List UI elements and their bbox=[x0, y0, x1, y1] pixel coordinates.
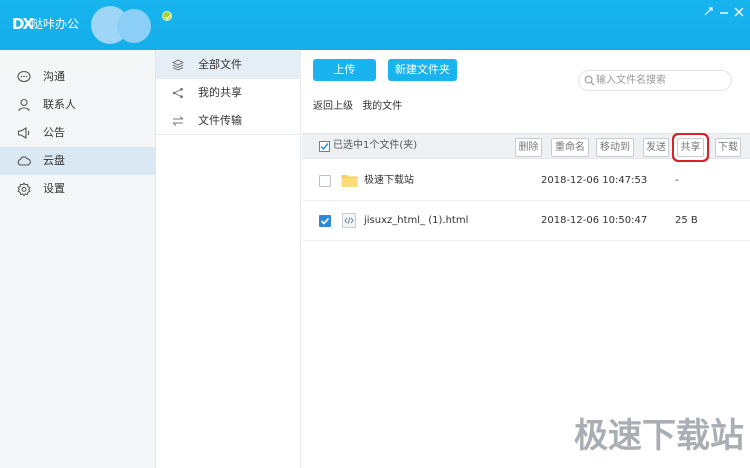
person-icon bbox=[17, 98, 31, 112]
file-toolbar: 已选中1个文件(夹) 删除 重命名 移动到 发送 共享 下载 bbox=[302, 133, 750, 159]
table-row[interactable]: 极速下载站 2018-12-06 10:47:53 - bbox=[302, 161, 750, 201]
close-icon[interactable] bbox=[733, 7, 745, 17]
sidebar-item-label: 设置 bbox=[43, 182, 65, 195]
watermark: 极速下载站 bbox=[574, 416, 744, 456]
select-all-checkbox[interactable] bbox=[319, 141, 330, 152]
search-box[interactable] bbox=[578, 70, 732, 91]
sidebar-item-label: 联系人 bbox=[43, 98, 76, 111]
sidebar-item-contacts[interactable]: 联系人 bbox=[0, 91, 155, 119]
transfer-icon bbox=[172, 115, 184, 127]
divider bbox=[156, 134, 301, 135]
cloud-subnav: 全部文件 我的共享 文件传输 bbox=[156, 50, 301, 468]
skin-icon[interactable] bbox=[703, 7, 715, 17]
subnav-item-my-shares[interactable]: 我的共享 bbox=[156, 79, 301, 107]
file-size: 25 B bbox=[675, 215, 698, 226]
rename-button[interactable]: 重命名 bbox=[551, 138, 589, 157]
breadcrumb-current: 我的文件 bbox=[362, 101, 403, 112]
sidebar-item-label: 沟通 bbox=[43, 70, 65, 83]
delete-button[interactable]: 删除 bbox=[515, 138, 542, 157]
sidebar-item-announcement[interactable]: 公告 bbox=[0, 119, 155, 147]
breadcrumb-back-link[interactable]: 返回上级 bbox=[313, 101, 353, 112]
share-icon bbox=[172, 87, 184, 99]
upload-button[interactable]: 上传 bbox=[313, 59, 376, 81]
file-date: 2018-12-06 10:47:53 bbox=[541, 175, 648, 186]
file-name[interactable]: 极速下载站 bbox=[364, 174, 414, 188]
file-size: - bbox=[675, 175, 679, 186]
subnav-item-label: 我的共享 bbox=[198, 86, 242, 99]
layers-icon bbox=[171, 59, 185, 71]
subnav-item-label: 全部文件 bbox=[198, 58, 242, 71]
file-date: 2018-12-06 10:50:47 bbox=[541, 215, 648, 226]
send-button[interactable]: 发送 bbox=[643, 138, 669, 157]
new-folder-button[interactable]: 新建文件夹 bbox=[388, 59, 457, 81]
folder-icon bbox=[341, 173, 358, 188]
row-checkbox[interactable] bbox=[319, 215, 331, 227]
app-title: 哒咔办公 bbox=[31, 17, 80, 31]
minimize-icon[interactable] bbox=[718, 7, 730, 17]
breadcrumb: 返回上级 我的文件 bbox=[313, 100, 408, 114]
subnav-item-label: 文件传输 bbox=[198, 114, 242, 127]
row-checkbox[interactable] bbox=[319, 175, 331, 187]
search-icon bbox=[584, 75, 595, 86]
online-status-icon bbox=[162, 11, 172, 21]
download-button[interactable]: 下载 bbox=[715, 138, 741, 157]
app-logo: DX bbox=[12, 15, 34, 33]
gear-icon bbox=[17, 182, 31, 197]
chat-icon bbox=[17, 70, 31, 84]
table-row[interactable]: jisuxz_html_ (1).html 2018-12-06 10:50:4… bbox=[302, 201, 750, 241]
file-manager: 上传 新建文件夹 返回上级 我的文件 已选中1个文件(夹) 删除 重命名 移动到… bbox=[302, 50, 750, 468]
title-bar: DX 哒咔办公 bbox=[0, 0, 750, 50]
megaphone-icon bbox=[17, 126, 31, 140]
html-file-icon bbox=[341, 213, 358, 228]
subnav-item-all-files[interactable]: 全部文件 bbox=[156, 51, 301, 79]
sidebar-item-settings[interactable]: 设置 bbox=[0, 175, 155, 203]
share-button[interactable]: 共享 bbox=[677, 138, 704, 157]
sidebar-item-cloud-drive[interactable]: 云盘 bbox=[0, 147, 155, 175]
avatar[interactable] bbox=[91, 6, 157, 44]
sidebar-item-label: 公告 bbox=[43, 126, 65, 139]
sidebar: 沟通 联系人 公告 云盘 设置 bbox=[0, 50, 156, 468]
search-input[interactable] bbox=[596, 72, 726, 89]
cloud-icon bbox=[17, 154, 31, 168]
sidebar-item-chat[interactable]: 沟通 bbox=[0, 63, 155, 91]
sidebar-item-label: 云盘 bbox=[43, 154, 65, 167]
subnav-item-file-transfer[interactable]: 文件传输 bbox=[156, 107, 301, 135]
file-name[interactable]: jisuxz_html_ (1).html bbox=[364, 214, 468, 228]
selection-count: 已选中1个文件(夹) bbox=[333, 140, 418, 151]
move-to-button[interactable]: 移动到 bbox=[596, 138, 634, 157]
